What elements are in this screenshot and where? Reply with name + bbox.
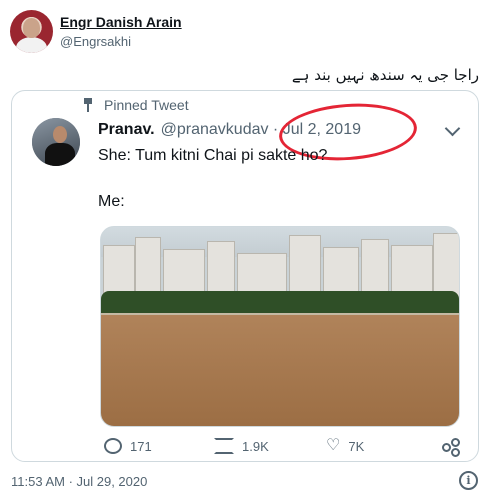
quoted-author-handle[interactable]: @pranavkudav	[161, 121, 269, 138]
reply-icon	[104, 438, 122, 454]
share-icon	[442, 438, 460, 457]
chevron-down-icon[interactable]	[444, 120, 461, 137]
pin-icon	[82, 98, 94, 112]
pinned-indicator: Pinned Tweet	[82, 97, 189, 113]
reply-count: 171	[130, 438, 152, 454]
author-handle[interactable]: @Engrsakhi	[60, 34, 131, 49]
quoted-avatar[interactable]	[32, 118, 80, 166]
quoted-tweet-card[interactable]: Pinned Tweet Pranav. @pranavkudav · Jul 2…	[11, 90, 479, 462]
outer-tweet-header: Engr Danish Arain @Engrsakhi	[0, 0, 491, 60]
share-button[interactable]	[442, 438, 460, 457]
tweet-text: راجا جی یہ سندھ نہیں بند ہے	[291, 66, 479, 84]
like-button[interactable]: ♡ 7K	[326, 438, 364, 454]
quoted-text-line2: Me:	[98, 193, 125, 210]
quoted-text-line1: She: Tum kitni Chai pi sakte ho?	[98, 147, 328, 164]
heart-icon: ♡	[326, 437, 341, 454]
action-bar: 171 1.9K ♡ 7K	[98, 438, 468, 460]
flood-photo[interactable]	[100, 226, 460, 427]
retweet-button[interactable]: 1.9K	[214, 438, 269, 454]
pinned-label: Pinned Tweet	[104, 97, 189, 113]
quoted-author-name[interactable]: Pranav.	[98, 121, 155, 138]
avatar[interactable]	[10, 10, 53, 53]
info-icon[interactable]: i	[459, 471, 478, 490]
like-count: 7K	[348, 438, 365, 454]
retweet-icon	[214, 438, 234, 454]
reply-button[interactable]: 171	[104, 438, 152, 454]
tweet-timestamp[interactable]: 11:53 AM · Jul 29, 2020	[11, 474, 147, 489]
retweet-count: 1.9K	[242, 438, 269, 454]
author-name[interactable]: Engr Danish Arain	[60, 14, 182, 30]
